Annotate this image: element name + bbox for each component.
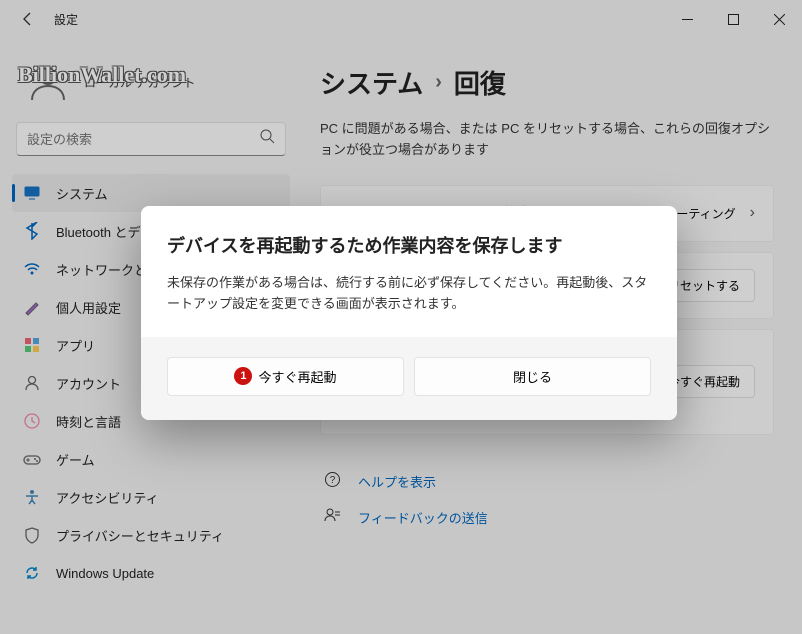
restart-modal: デバイスを再起動するため作業内容を保存します 未保存の作業がある場合は、続行する…: [141, 206, 677, 420]
modal-title: デバイスを再起動するため作業内容を保存します: [167, 232, 651, 258]
step-badge: 1: [234, 367, 252, 385]
modal-restart-button[interactable]: 1 今すぐ再起動: [167, 357, 404, 396]
modal-restart-label: 今すぐ再起動: [258, 367, 336, 386]
modal-close-button[interactable]: 閉じる: [414, 357, 651, 396]
modal-text: 未保存の作業がある場合は、続行する前に必ず保存してください。再起動後、スタートア…: [167, 272, 651, 315]
